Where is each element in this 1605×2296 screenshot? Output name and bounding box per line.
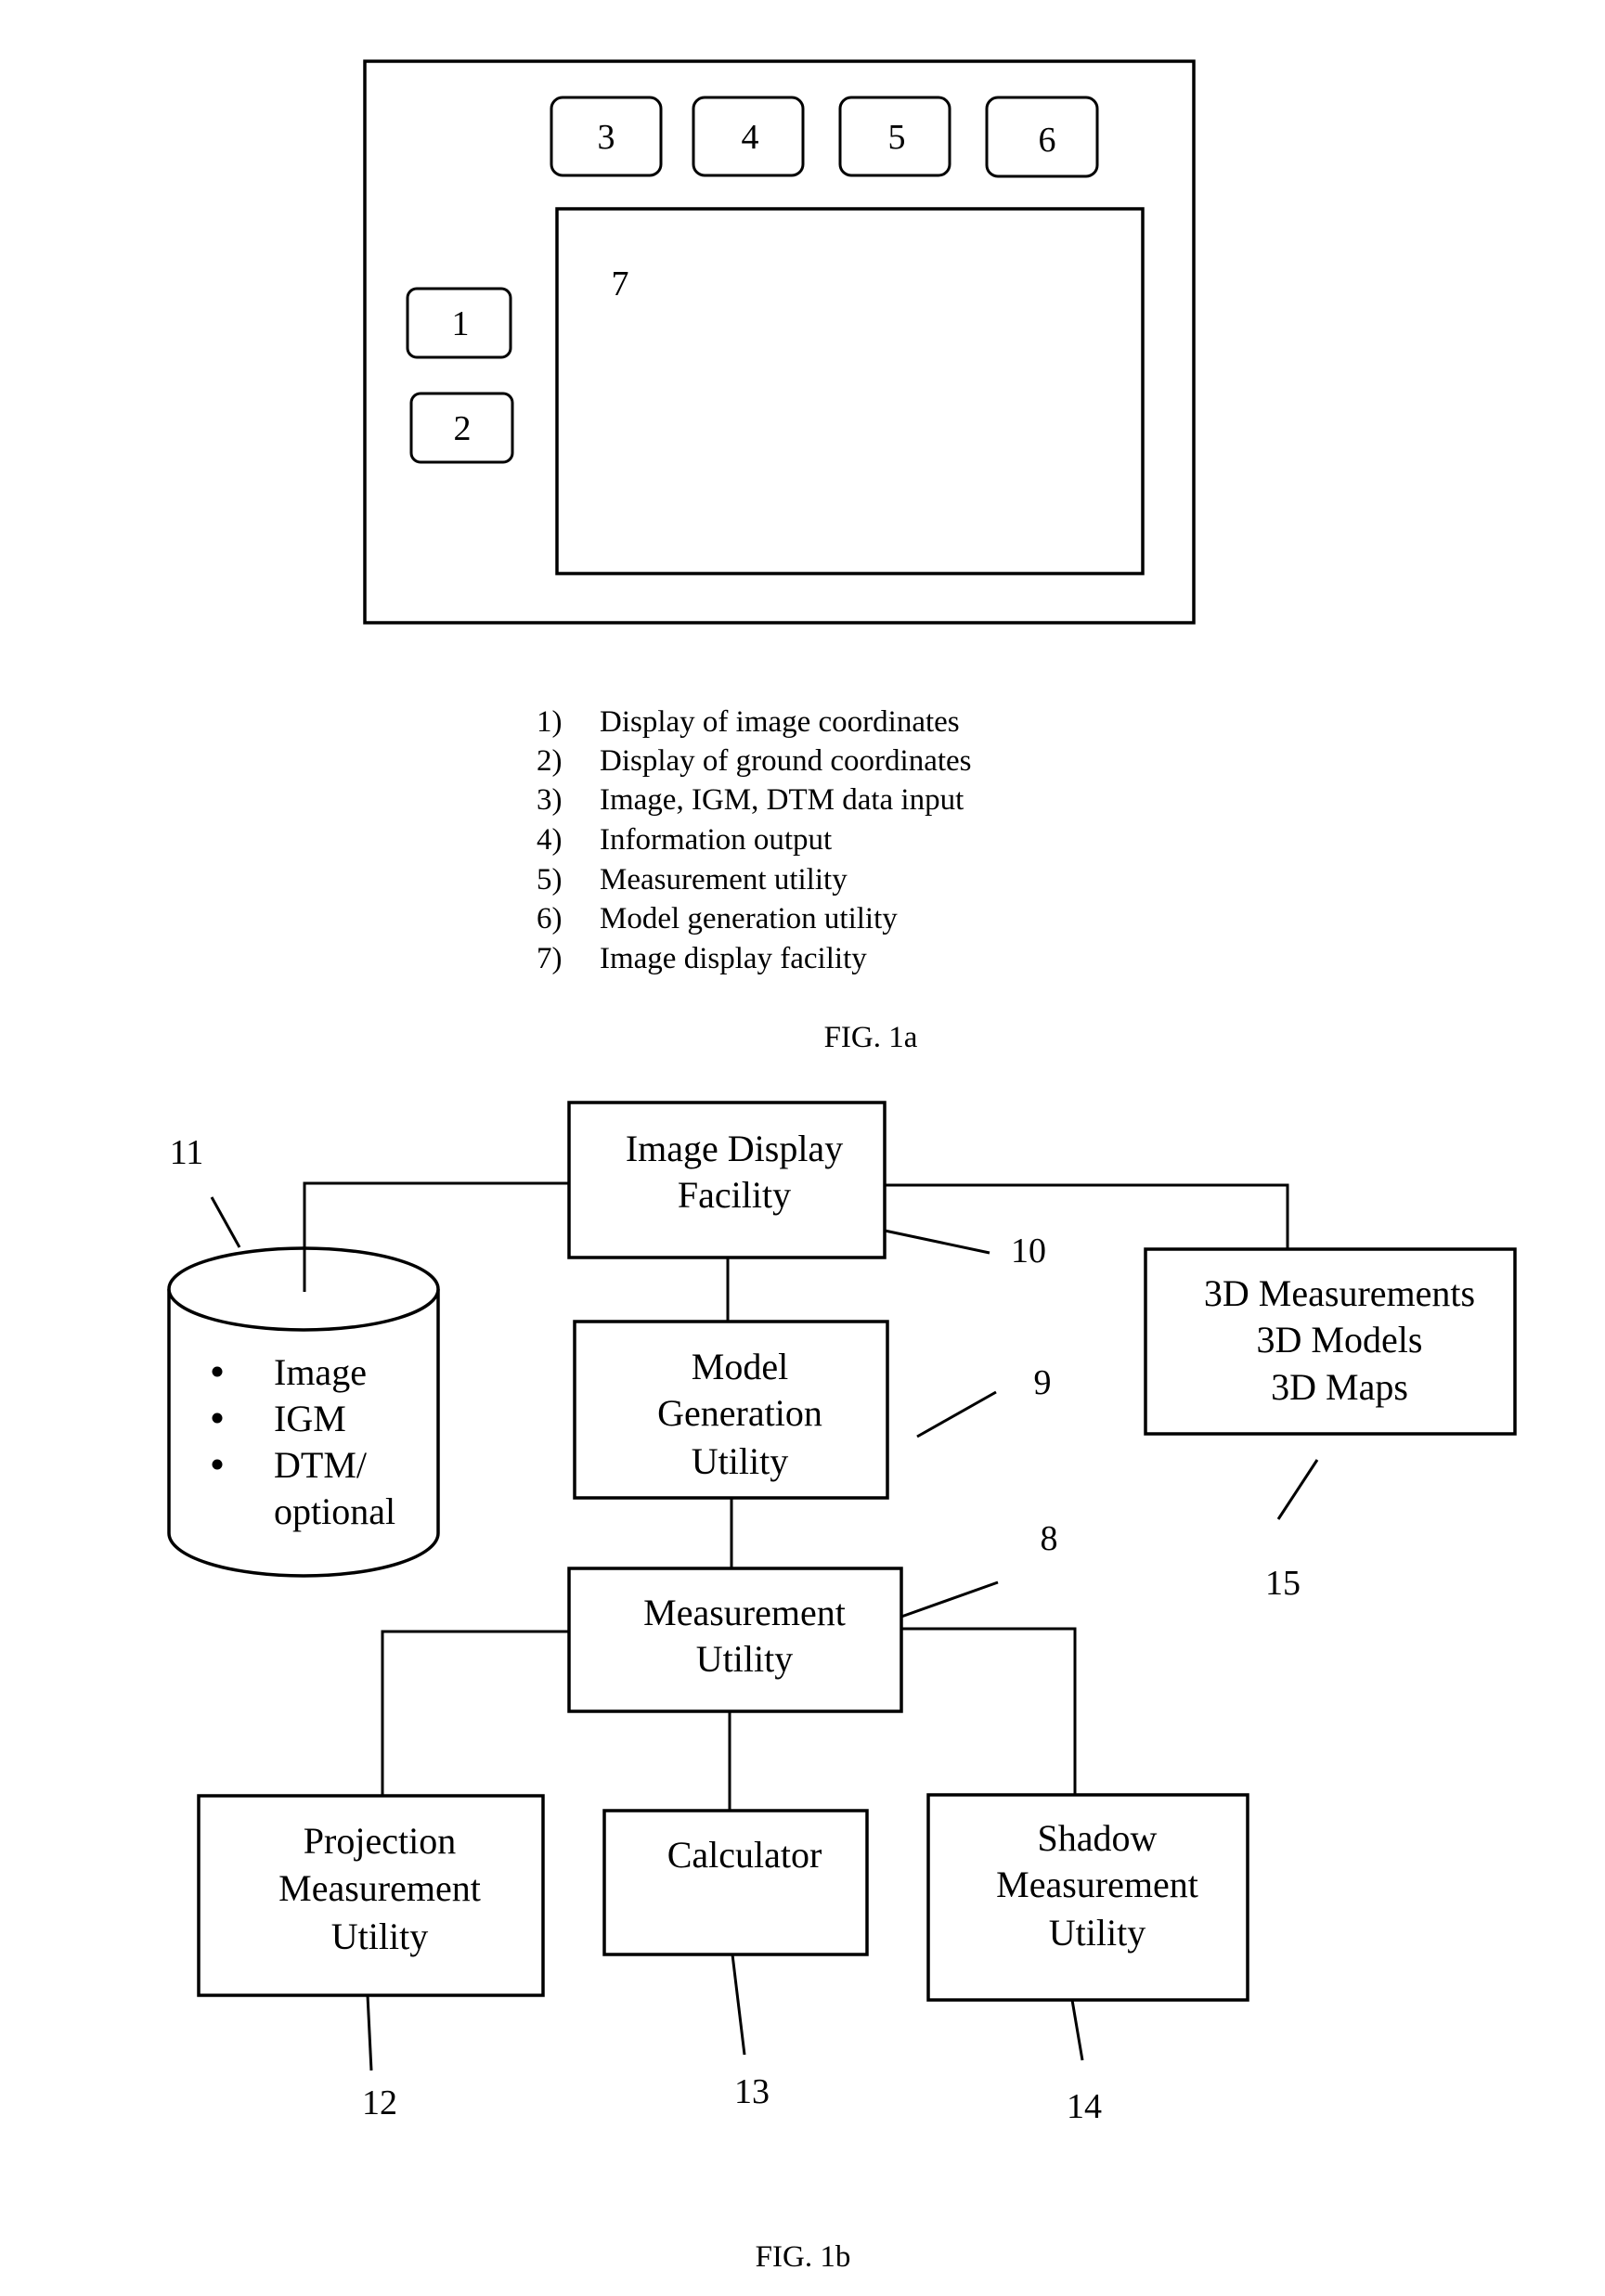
block-label-line: Utility (1049, 1912, 1146, 1954)
button-3-data-input[interactable]: 3 (550, 96, 663, 177)
reference-number-9: 9 (1034, 1363, 1052, 1402)
legend-number: 7) (537, 942, 563, 975)
image-display-label: 7 (612, 264, 629, 303)
button-1-image-coordinates[interactable]: 1 (406, 287, 512, 359)
image-display-facility-block[interactable]: Image Display Facility (567, 1101, 887, 1259)
fig1b-caption: FIG. 1b (756, 2240, 851, 2274)
leader-line-10 (884, 1229, 990, 1255)
image-display-frame (555, 207, 1145, 575)
bullet-icon (212, 1459, 223, 1470)
legend-number: 3) (537, 783, 563, 817)
database-item: Image (274, 1351, 367, 1393)
reference-number-11: 11 (170, 1133, 204, 1172)
button-5-measurement-utility[interactable]: 5 (838, 96, 951, 177)
reference-number-8: 8 (1041, 1519, 1058, 1558)
legend-text: Information output (600, 823, 832, 857)
block-label-line: Shadow (1038, 1817, 1158, 1859)
shadow-measurement-utility-block[interactable]: Shadow Measurement Utility (926, 1793, 1249, 2002)
calculator-box (602, 1809, 869, 1956)
legend-text: Image, IGM, DTM data input (600, 783, 964, 817)
button-6-label: 6 (1039, 121, 1056, 160)
legend-text: Display of image coordinates (600, 705, 960, 739)
legend-text: Model generation utility (600, 902, 898, 935)
database-item-continuation: optional (274, 1490, 395, 1532)
connector-measurement-to-shadow (901, 1627, 1077, 1795)
block-label-line: 3D Measurements (1204, 1272, 1475, 1314)
button-5-label: 5 (888, 118, 906, 157)
block-label-line: Measurement (996, 1864, 1198, 1905)
legend-item: 2) Display of ground coordinates (537, 744, 972, 778)
block-label-line: Image Display (626, 1128, 843, 1169)
block-label-line: 3D Maps (1271, 1366, 1408, 1408)
block-label-line: Facility (678, 1174, 791, 1216)
leader-line-11 (210, 1196, 241, 1248)
projection-measurement-utility-block[interactable]: Projection Measurement Utility (197, 1794, 545, 1997)
connector-measurement-to-projection (381, 1630, 569, 1796)
reference-number-10: 10 (1011, 1232, 1046, 1271)
reference-number-13: 13 (734, 2072, 770, 2111)
leader-line-9 (916, 1390, 997, 1438)
block-label-line: Generation (657, 1392, 822, 1434)
reference-number-12: 12 (362, 2083, 397, 2122)
legend-number: 2) (537, 744, 563, 778)
block-label-line: Calculator (667, 1834, 822, 1876)
fig1a-caption: FIG. 1a (824, 1021, 918, 1054)
leader-line-15 (1276, 1459, 1319, 1520)
legend-item: 6) Model generation utility (537, 902, 898, 935)
legend-number: 1) (537, 705, 563, 739)
image-display-area[interactable]: 7 (555, 207, 1145, 575)
button-4-information-output[interactable]: 4 (692, 96, 805, 177)
leader-line-8 (900, 1580, 999, 1619)
measurement-utility-block[interactable]: Measurement Utility (567, 1567, 903, 1713)
patent-figure-sheet: 3 4 5 6 7 1 2 1) Display of image coordi… (167, 59, 1517, 2274)
legend-number: 6) (537, 902, 563, 935)
reference-number-15: 15 (1265, 1564, 1301, 1603)
database-cylinder[interactable]: Image IGM DTM/ optional (167, 1183, 440, 1578)
block-label-line: Model (692, 1346, 788, 1387)
legend-item: 5) Measurement utility (537, 863, 848, 896)
button-4-label: 4 (742, 118, 759, 157)
block-label-line: Measurement (278, 1867, 481, 1909)
database-item: IGM (274, 1398, 346, 1439)
legend-item: 4) Information output (537, 823, 832, 857)
leader-line-12 (366, 1994, 373, 2071)
legend-text: Measurement utility (600, 863, 848, 896)
button-6-model-generation[interactable]: 6 (985, 96, 1099, 178)
legend-item: 3) Image, IGM, DTM data input (537, 783, 964, 817)
bullet-icon (212, 1412, 223, 1424)
bullet-icon (212, 1366, 223, 1377)
connector-display-to-3d-outputs (885, 1183, 1289, 1249)
database-item: DTM/ (274, 1444, 368, 1486)
leader-line-13 (731, 1954, 746, 2056)
block-label-line: Utility (692, 1440, 788, 1482)
fig1b-block-diagram: Image IGM DTM/ optional 11 Image Display… (167, 1101, 1517, 2126)
legend-text: Display of ground coordinates (600, 744, 972, 778)
legend-number: 4) (537, 823, 563, 857)
fig1a-ui-layout: 3 4 5 6 7 1 2 (363, 59, 1196, 625)
legend-number: 5) (537, 863, 563, 896)
block-label-line: Projection (304, 1820, 456, 1862)
fig1a-legend: 1) Display of image coordinates 2) Displ… (537, 705, 972, 975)
reference-number-14: 14 (1067, 2087, 1102, 2126)
button-2-ground-coordinates[interactable]: 2 (409, 392, 514, 464)
legend-item: 7) Image display facility (537, 942, 867, 975)
model-generation-utility-block[interactable]: Model Generation Utility (573, 1320, 889, 1500)
3d-outputs-block[interactable]: 3D Measurements 3D Models 3D Maps (1144, 1247, 1517, 1436)
button-2-label: 2 (454, 409, 472, 448)
leader-line-14 (1070, 1999, 1084, 2061)
button-3-label: 3 (598, 118, 615, 157)
legend-item: 1) Display of image coordinates (537, 705, 960, 739)
block-label-line: Utility (696, 1638, 793, 1680)
button-1-label: 1 (452, 304, 470, 343)
calculator-block[interactable]: Calculator (602, 1809, 869, 1956)
block-label-line: Utility (331, 1915, 428, 1957)
block-label-line: Measurement (643, 1592, 846, 1633)
block-label-line: 3D Models (1257, 1319, 1423, 1361)
legend-text: Image display facility (600, 942, 867, 975)
